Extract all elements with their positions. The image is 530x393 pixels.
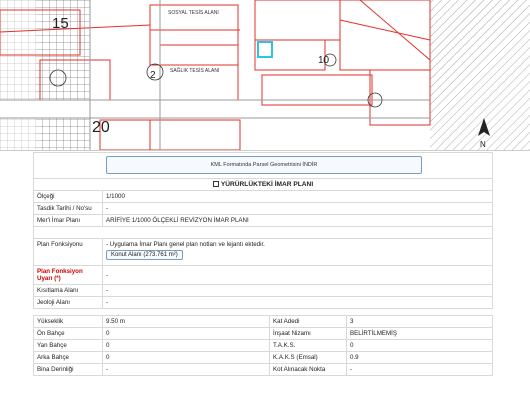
plan-row-olcek: Ölçeği 1/1000 (33, 190, 493, 203)
details-row: Yükseklik 9.50 m Kat Adedi 3 (33, 315, 493, 328)
kisitlama-row: Kısıtlama Alanı - (33, 284, 493, 297)
detail-value: 0 (102, 327, 270, 340)
kisitlama-value: - (102, 284, 493, 297)
map-label-15: 15 (52, 15, 69, 32)
detail-value: 0 (102, 351, 270, 364)
map-label-20: 20 (92, 119, 110, 136)
map-canvas: 15 20 10 2 SAĞLIK TESİS ALANI SOSYAL TES… (0, 0, 530, 150)
map-label-10: 10 (318, 55, 330, 66)
jeoloji-label: Jeoloji Alanı (33, 296, 103, 309)
detail-value: 0.9 (346, 351, 493, 364)
zoning-map[interactable]: 15 20 10 2 SAĞLIK TESİS ALANI SOSYAL TES… (0, 0, 530, 151)
details-row: Ön Bahçe 0 İnşaat Nizamı BELİRTİLMEMİŞ (33, 327, 493, 340)
detail-value: 0 (346, 339, 493, 352)
detail-label: Arka Bahçe (33, 351, 103, 364)
details-row: Bina Derinliği - Kot Alınacak Nokta - (33, 363, 493, 376)
detail-label: Bina Derinliği (33, 363, 103, 376)
kml-row: KML Formatında Parsel Geometrisini İNDİR (33, 152, 493, 178)
kml-download-button[interactable]: KML Formatında Parsel Geometrisini İNDİR (106, 156, 422, 174)
document-icon (212, 181, 219, 187)
detail-value: 0 (102, 339, 270, 352)
plan-row-label: Mer'i İmar Planı (33, 214, 103, 227)
plan-row-label: Tasdik Tarihi / No'su (33, 202, 103, 215)
kisitlama-label: Kısıtlama Alanı (33, 284, 103, 297)
map-label-sosyal: SOSYAL TESİS ALANI (168, 9, 219, 16)
plan-fonksiyonu-row: Plan Fonksiyonu - Uygulama İmar Planı ge… (33, 238, 493, 266)
detail-value: 9.50 m (102, 315, 270, 328)
hatched-block-right (430, 0, 530, 150)
detail-label: Yan Bahçe (33, 339, 103, 352)
map-label-2: 2 (150, 70, 156, 81)
plan-section-header: YÜRÜRLÜKTEKİ İMAR PLANI (33, 178, 493, 191)
plan-row-value: 1/1000 (102, 190, 493, 203)
detail-label: Kot Alınacak Nokta (269, 363, 347, 376)
detail-label: Ön Bahçe (33, 327, 103, 340)
detail-label: Kat Adedi (269, 315, 347, 328)
plan-uyari-label: Plan Fonksiyon Uyarı (*) (33, 265, 103, 285)
details-row: Arka Bahçe 0 K.A.K.S (Emsal) 0.9 (33, 351, 493, 364)
detail-label: Yükseklik (33, 315, 103, 328)
plan-uyari-row: Plan Fonksiyon Uyarı (*) - (33, 265, 493, 285)
svg-text:N: N (480, 140, 486, 149)
konut-alani-button[interactable]: Konut Alanı (273.761 m²) (106, 250, 183, 260)
details-row: Yan Bahçe 0 T.A.K.S. 0 (33, 339, 493, 352)
detail-label: T.A.K.S. (269, 339, 347, 352)
plan-fonksiyonu-text: - Uygulama İmar Planı genel plan notları… (106, 241, 265, 248)
detail-value: - (346, 363, 493, 376)
detail-value: - (102, 363, 270, 376)
jeoloji-value: - (102, 296, 493, 309)
selected-parcel-highlight[interactable] (257, 41, 273, 58)
detail-value: 3 (346, 315, 493, 328)
plan-row-tasdik: Tasdik Tarihi / No'su - (33, 202, 493, 215)
plan-row-meri: Mer'i İmar Planı ARİFİYE 1/1000 ÖLÇEKLİ … (33, 214, 493, 227)
details-table: Yükseklik 9.50 m Kat Adedi 3 Ön Bahçe 0 … (33, 315, 493, 376)
plan-row-value: - (102, 202, 493, 215)
detail-label: İnşaat Nizamı (269, 327, 347, 340)
map-label-saglik: SAĞLIK TESİS ALANI (170, 67, 219, 74)
detail-value: BELİRTİLMEMİŞ (346, 327, 493, 340)
zoning-info-panel: YÜRÜRLÜKTEKİ İMAR PLANI Ölçeği 1/1000 Ta… (33, 178, 493, 376)
detail-label: K.A.K.S (Emsal) (269, 351, 347, 364)
plan-uyari-value: - (102, 265, 493, 285)
plan-row-label: Ölçeği (33, 190, 103, 203)
plan-section-title: YÜRÜRLÜKTEKİ İMAR PLANI (220, 181, 314, 188)
plan-fonksiyonu-label: Plan Fonksiyonu (33, 238, 103, 266)
plan-row-value: ARİFİYE 1/1000 ÖLÇEKLİ REVİZYON İMAR PLA… (102, 214, 493, 227)
jeoloji-row: Jeoloji Alanı - (33, 296, 493, 309)
plan-table: YÜRÜRLÜKTEKİ İMAR PLANI Ölçeği 1/1000 Ta… (33, 178, 493, 309)
